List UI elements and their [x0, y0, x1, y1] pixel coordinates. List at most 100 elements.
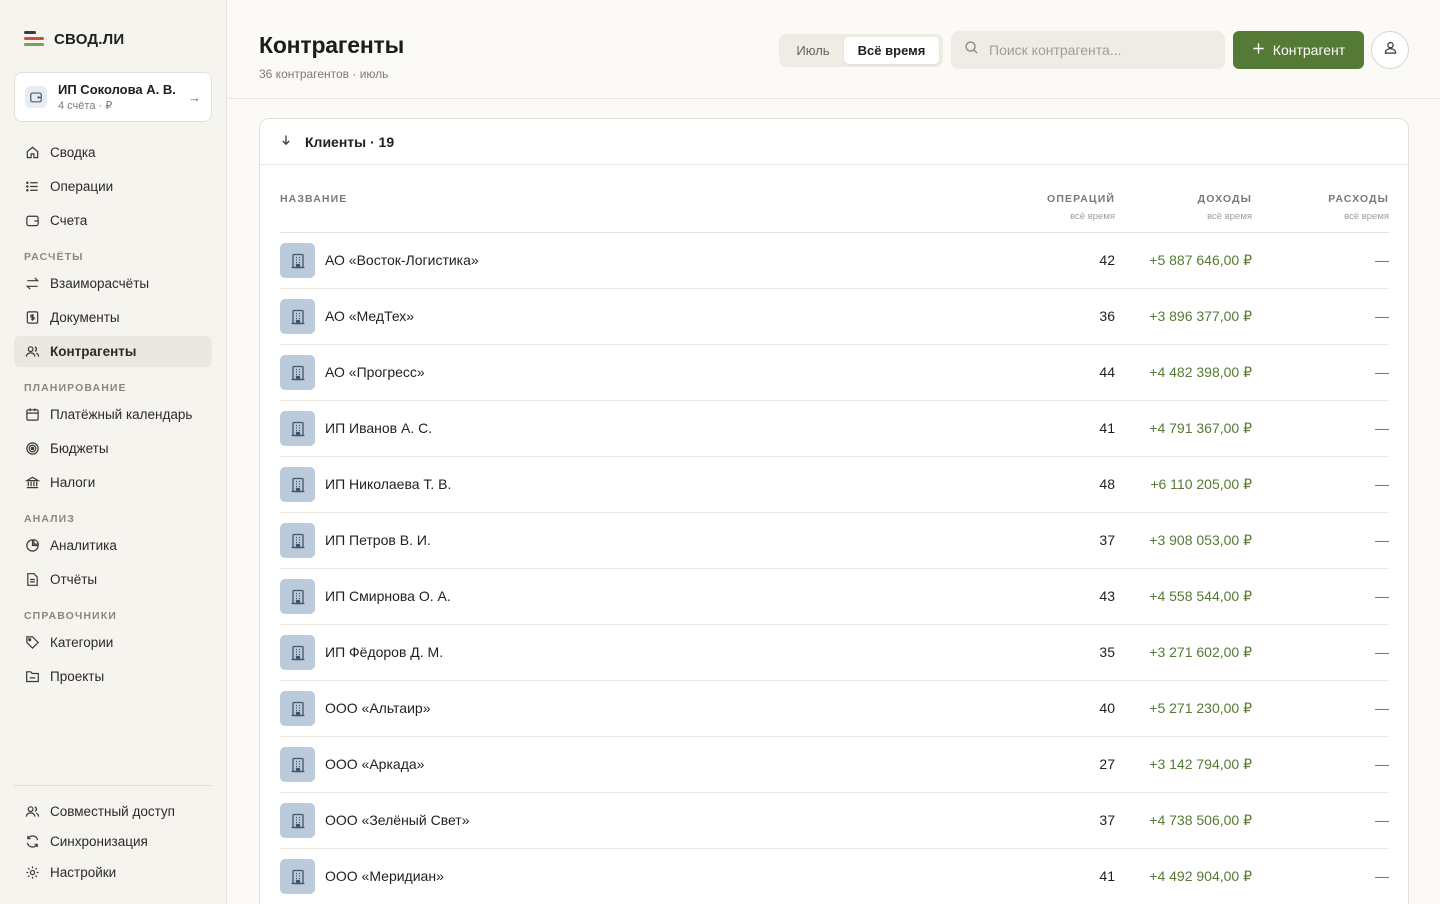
income-amount: +4 791 367,00 ₽ [1149, 420, 1252, 436]
nav-label: Проекты [50, 669, 105, 684]
expense-amount: — [1375, 420, 1389, 436]
nav-section-title: ПЛАНИРОВАНИЕ [24, 382, 127, 394]
nav-item-budgets[interactable]: Бюджеты [14, 433, 212, 464]
nav-item-payment-calendar[interactable]: Платёжный календарь [14, 399, 212, 430]
table-row[interactable]: ИП Николаева Т. В. 48 +6 110 205,00 ₽ — [280, 457, 1389, 513]
nav-item-counterparties[interactable]: Контрагенты [14, 336, 212, 367]
building-icon [280, 691, 315, 726]
nav-item-sync[interactable]: Синхронизация [14, 826, 212, 857]
nav-item-taxes[interactable]: Налоги [14, 467, 212, 498]
building-icon [280, 243, 315, 278]
counterparty-name: ООО «Зелёный Свет» [325, 812, 470, 828]
sidebar: СВОД.ЛИ ИП Соколова А. В. 4 счёта · ₽ → … [0, 0, 227, 904]
column-subheader-expense: всё время [1344, 211, 1389, 222]
period-option-all-time[interactable]: Всё время [844, 37, 939, 64]
income-amount: +5 271 230,00 ₽ [1149, 700, 1252, 716]
period-option-july[interactable]: Июль [782, 37, 844, 64]
building-icon [280, 747, 315, 782]
logo-icon [24, 30, 46, 48]
table-row[interactable]: ООО «Альтаир» 40 +5 271 230,00 ₽ — [280, 681, 1389, 737]
nav-label: Операции [50, 179, 114, 194]
search-icon [964, 40, 979, 60]
operations-count: 43 [1099, 588, 1115, 604]
pie-chart-icon [24, 538, 40, 554]
counterparty-name: ИП Иванов А. С. [325, 420, 433, 436]
page-title: Контрагенты [259, 32, 405, 58]
table-row[interactable]: АО «Прогресс» 44 +4 482 398,00 ₽ — [280, 345, 1389, 401]
counterparty-name: ИП Смирнова О. А. [325, 588, 451, 604]
brand-name: СВОД.ЛИ [54, 30, 125, 48]
brand-logo[interactable]: СВОД.ЛИ [24, 30, 124, 48]
table-row[interactable]: ООО «Зелёный Свет» 37 +4 738 506,00 ₽ — [280, 793, 1389, 849]
nav-item-operations[interactable]: Операции [14, 171, 212, 202]
bank-icon [24, 475, 40, 491]
nav-label: Документы [50, 310, 120, 325]
income-amount: +3 908 053,00 ₽ [1149, 532, 1252, 548]
nav-item-reports[interactable]: Отчёты [14, 564, 212, 595]
table-row[interactable]: АО «Восток-Логистика» 42 +5 887 646,00 ₽ — [280, 233, 1389, 289]
table-row[interactable]: ООО «Аркада» 27 +3 142 794,00 ₽ — [280, 737, 1389, 793]
add-counterparty-button[interactable]: Контрагент [1233, 31, 1364, 69]
period-toggle: Июль Всё время [779, 34, 943, 67]
nav-item-summary[interactable]: Сводка [14, 137, 212, 168]
table-row[interactable]: АО «МедТех» 36 +3 896 377,00 ₽ — [280, 289, 1389, 345]
target-icon [24, 441, 40, 457]
nav-item-categories[interactable]: Категории [14, 627, 212, 658]
column-header-expense[interactable]: РАСХОДЫ [1328, 193, 1389, 205]
home-icon [24, 145, 40, 161]
expense-amount: — [1375, 364, 1389, 380]
nav-label: Налоги [50, 475, 96, 490]
building-icon [280, 299, 315, 334]
nav-label: Аналитика [50, 538, 117, 553]
nav-label: Счета [50, 213, 88, 228]
account-name: ИП Соколова А. В. [58, 82, 176, 97]
column-header-income[interactable]: ДОХОДЫ [1198, 193, 1252, 205]
column-header-name[interactable]: НАЗВАНИЕ [280, 193, 347, 205]
table-row[interactable]: ИП Иванов А. С. 41 +4 791 367,00 ₽ — [280, 401, 1389, 457]
users-icon [24, 344, 40, 360]
table-row[interactable]: ИП Петров В. И. 37 +3 908 053,00 ₽ — [280, 513, 1389, 569]
income-amount: +4 738 506,00 ₽ [1149, 812, 1252, 828]
folder-icon [24, 669, 40, 685]
group-header-clients[interactable]: Клиенты · 19 [260, 119, 1408, 165]
wallet-icon [25, 86, 47, 108]
wallet-icon [24, 213, 40, 229]
building-icon [280, 579, 315, 614]
expense-amount: — [1375, 868, 1389, 884]
nav-item-accounts[interactable]: Счета [14, 205, 212, 236]
table-row[interactable]: ООО «Меридиан» 41 +4 492 904,00 ₽ — [280, 849, 1389, 904]
column-header-operations[interactable]: ОПЕРАЦИЙ [1047, 193, 1115, 205]
operations-count: 37 [1099, 812, 1115, 828]
operations-count: 37 [1099, 532, 1115, 548]
nav-item-settings[interactable]: Настройки [14, 857, 212, 888]
refresh-icon [24, 834, 40, 850]
search-input[interactable] [989, 42, 1209, 58]
user-avatar-button[interactable] [1371, 31, 1409, 69]
expense-amount: — [1375, 532, 1389, 548]
table-row[interactable]: ИП Фёдоров Д. М. 35 +3 271 602,00 ₽ — [280, 625, 1389, 681]
nav-item-documents[interactable]: Документы [14, 302, 212, 333]
table-row[interactable]: ИП Смирнова О. А. 43 +4 558 544,00 ₽ — [280, 569, 1389, 625]
building-icon [280, 859, 315, 894]
plus-icon [1252, 42, 1265, 58]
income-amount: +4 558 544,00 ₽ [1149, 588, 1252, 604]
account-sub: 4 счёта · ₽ [58, 100, 113, 112]
account-switcher[interactable]: ИП Соколова А. В. 4 счёта · ₽ → [14, 72, 212, 122]
counterparty-name: ИП Петров В. И. [325, 532, 431, 548]
nav-item-analytics[interactable]: Аналитика [14, 530, 212, 561]
nav-item-sharing[interactable]: Совместный доступ [14, 796, 212, 827]
nav-section-title: РАСЧЁТЫ [24, 251, 84, 263]
nav-section-title: АНАЛИЗ [24, 513, 75, 525]
swap-icon [24, 276, 40, 292]
income-amount: +4 482 398,00 ₽ [1149, 364, 1252, 380]
nav-label: Отчёты [50, 572, 98, 587]
nav-item-projects[interactable]: Проекты [14, 661, 212, 692]
document-dollar-icon [24, 310, 40, 326]
building-icon [280, 411, 315, 446]
operations-count: 40 [1099, 700, 1115, 716]
counterparty-list: АО «Восток-Логистика» 42 +5 887 646,00 ₽ — А… [280, 233, 1389, 904]
counterparty-name: ООО «Аркада» [325, 756, 425, 772]
building-icon [280, 635, 315, 670]
income-amount: +3 271 602,00 ₽ [1149, 644, 1252, 660]
nav-item-settlements[interactable]: Взаиморасчёты [14, 268, 212, 299]
